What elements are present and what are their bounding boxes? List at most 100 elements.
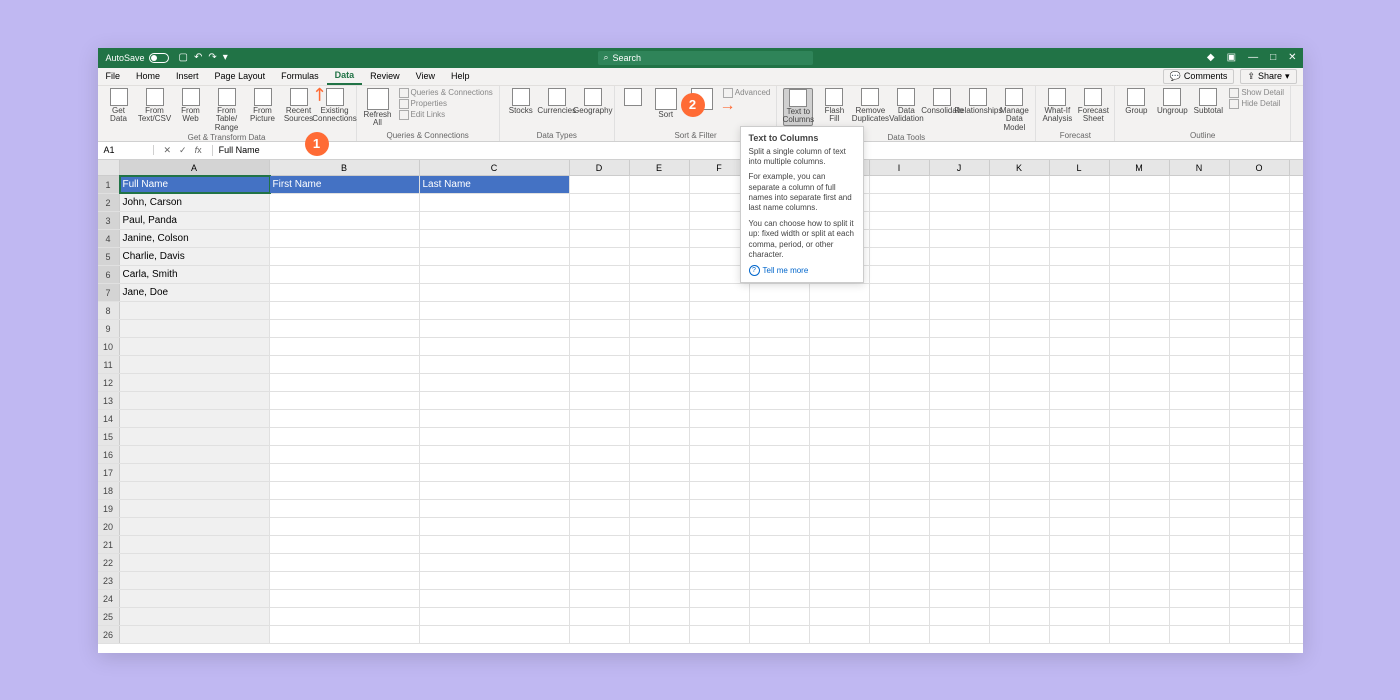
cell-D7[interactable]: [570, 284, 630, 301]
cell-L18[interactable]: [1050, 482, 1110, 499]
cell-D4[interactable]: [570, 230, 630, 247]
cell-H25[interactable]: [810, 608, 870, 625]
cell-N4[interactable]: [1170, 230, 1230, 247]
cell-O18[interactable]: [1230, 482, 1290, 499]
cell-B8[interactable]: [270, 302, 420, 319]
cell-L21[interactable]: [1050, 536, 1110, 553]
cell-D18[interactable]: [570, 482, 630, 499]
cell-H24[interactable]: [810, 590, 870, 607]
cell-C9[interactable]: [420, 320, 570, 337]
cell-I6[interactable]: [870, 266, 930, 283]
cell-E18[interactable]: [630, 482, 690, 499]
cell-O5[interactable]: [1230, 248, 1290, 265]
cell-J11[interactable]: [930, 356, 990, 373]
cell-D20[interactable]: [570, 518, 630, 535]
cell-L2[interactable]: [1050, 194, 1110, 211]
cell-F10[interactable]: [690, 338, 750, 355]
hide-detail-button[interactable]: Hide Detail: [1229, 99, 1284, 109]
cell-O21[interactable]: [1230, 536, 1290, 553]
cell-G8[interactable]: [750, 302, 810, 319]
cell-J26[interactable]: [930, 626, 990, 643]
column-header-J[interactable]: J: [930, 160, 990, 175]
ribbon-display-icon[interactable]: ◆: [1207, 52, 1215, 63]
cell-F13[interactable]: [690, 392, 750, 409]
cell-E4[interactable]: [630, 230, 690, 247]
cell-G19[interactable]: [750, 500, 810, 517]
cell-A25[interactable]: [120, 608, 270, 625]
cell-A2[interactable]: John, Carson: [120, 194, 270, 211]
cell-B6[interactable]: [270, 266, 420, 283]
cell-B4[interactable]: [270, 230, 420, 247]
cell-C7[interactable]: [420, 284, 570, 301]
cell-M19[interactable]: [1110, 500, 1170, 517]
cell-B12[interactable]: [270, 374, 420, 391]
cell-N15[interactable]: [1170, 428, 1230, 445]
cell-J5[interactable]: [930, 248, 990, 265]
cell-I25[interactable]: [870, 608, 930, 625]
cell-C12[interactable]: [420, 374, 570, 391]
cell-O10[interactable]: [1230, 338, 1290, 355]
cell-E9[interactable]: [630, 320, 690, 337]
column-header-O[interactable]: O: [1230, 160, 1290, 175]
cell-L17[interactable]: [1050, 464, 1110, 481]
cell-L26[interactable]: [1050, 626, 1110, 643]
cell-A21[interactable]: [120, 536, 270, 553]
cell-O2[interactable]: [1230, 194, 1290, 211]
cell-C15[interactable]: [420, 428, 570, 445]
cell-C18[interactable]: [420, 482, 570, 499]
fx-cancel-icon[interactable]: ✕: [164, 145, 172, 156]
cell-D3[interactable]: [570, 212, 630, 229]
cell-N23[interactable]: [1170, 572, 1230, 589]
cell-C25[interactable]: [420, 608, 570, 625]
row-header-12[interactable]: 12: [98, 374, 120, 391]
cell-N21[interactable]: [1170, 536, 1230, 553]
row-header-3[interactable]: 3: [98, 212, 120, 229]
cell-K7[interactable]: [990, 284, 1050, 301]
menu-tab-page-layout[interactable]: Page Layout: [207, 68, 274, 85]
row-header-23[interactable]: 23: [98, 572, 120, 589]
cell-M7[interactable]: [1110, 284, 1170, 301]
cell-G15[interactable]: [750, 428, 810, 445]
manage-data-model-button[interactable]: Manage Data Model: [999, 88, 1029, 133]
cell-M3[interactable]: [1110, 212, 1170, 229]
cell-J13[interactable]: [930, 392, 990, 409]
cell-F26[interactable]: [690, 626, 750, 643]
column-header-A[interactable]: A: [120, 160, 270, 175]
cell-A14[interactable]: [120, 410, 270, 427]
autosave-toggle[interactable]: AutoSave: [106, 53, 169, 63]
cell-B2[interactable]: [270, 194, 420, 211]
cell-O22[interactable]: [1230, 554, 1290, 571]
sort-button[interactable]: Sort: [651, 88, 681, 120]
cell-O6[interactable]: [1230, 266, 1290, 283]
cell-D8[interactable]: [570, 302, 630, 319]
cell-J8[interactable]: [930, 302, 990, 319]
cell-G22[interactable]: [750, 554, 810, 571]
cell-B15[interactable]: [270, 428, 420, 445]
column-header-K[interactable]: K: [990, 160, 1050, 175]
cell-K23[interactable]: [990, 572, 1050, 589]
cell-A18[interactable]: [120, 482, 270, 499]
cell-H19[interactable]: [810, 500, 870, 517]
column-header-L[interactable]: L: [1050, 160, 1110, 175]
cell-E14[interactable]: [630, 410, 690, 427]
cell-G24[interactable]: [750, 590, 810, 607]
cell-G11[interactable]: [750, 356, 810, 373]
cell-M11[interactable]: [1110, 356, 1170, 373]
cell-K8[interactable]: [990, 302, 1050, 319]
cell-H10[interactable]: [810, 338, 870, 355]
cell-H11[interactable]: [810, 356, 870, 373]
cell-M18[interactable]: [1110, 482, 1170, 499]
cell-B3[interactable]: [270, 212, 420, 229]
cell-F23[interactable]: [690, 572, 750, 589]
cell-B5[interactable]: [270, 248, 420, 265]
cell-O12[interactable]: [1230, 374, 1290, 391]
cell-A19[interactable]: [120, 500, 270, 517]
cell-M17[interactable]: [1110, 464, 1170, 481]
cell-J19[interactable]: [930, 500, 990, 517]
formula-input[interactable]: Full Name: [213, 145, 266, 155]
share-button[interactable]: ⇪Share▾: [1240, 69, 1296, 84]
cell-B13[interactable]: [270, 392, 420, 409]
cell-C13[interactable]: [420, 392, 570, 409]
cell-J9[interactable]: [930, 320, 990, 337]
cell-E10[interactable]: [630, 338, 690, 355]
